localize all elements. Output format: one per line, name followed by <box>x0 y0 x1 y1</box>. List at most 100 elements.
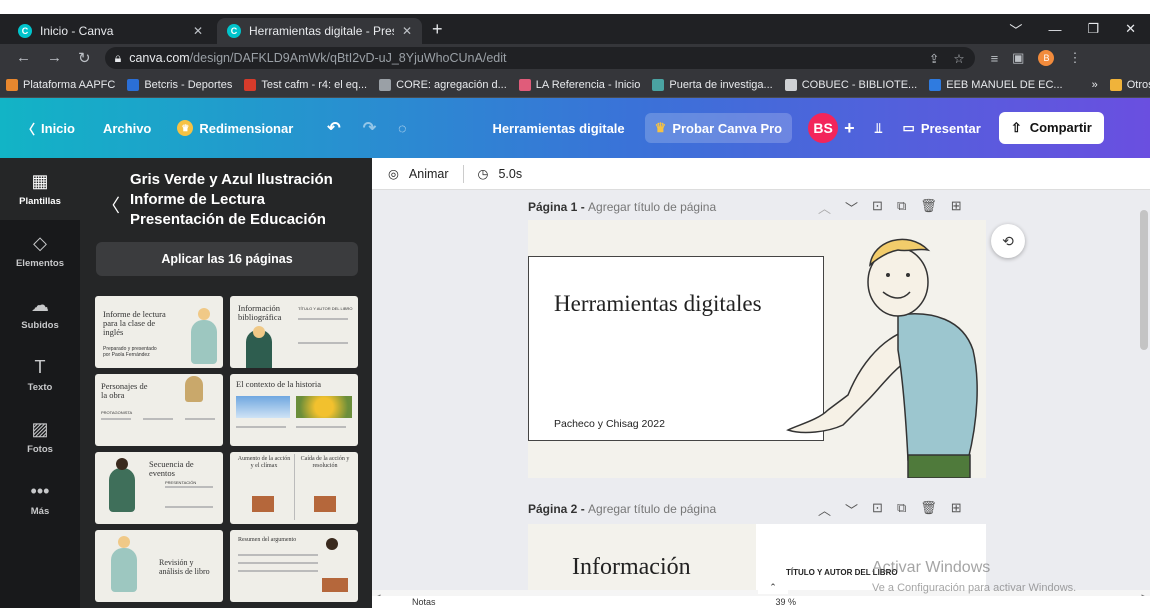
template-thumbnail[interactable]: Secuencia de eventos PRESENTACIÓN <box>95 452 223 524</box>
notes-button[interactable]: Notas <box>412 597 436 607</box>
move-up-icon[interactable]: ︿ <box>818 500 831 519</box>
restore-button[interactable]: ❐ <box>1087 21 1099 37</box>
rail-label: Texto <box>27 382 53 393</box>
bookmark-item[interactable]: LA Referencia - Inicio <box>518 78 640 91</box>
rail-item-mas[interactable]: ••• Más <box>0 468 80 530</box>
profile-avatar[interactable]: B <box>1038 50 1055 66</box>
resize-button[interactable]: ♛ Redimensionar <box>177 120 293 136</box>
tab-search-icon[interactable]: ﹀ <box>1009 20 1022 39</box>
thumb-title: Información bibliográfica <box>238 303 282 322</box>
template-title: Gris Verde y Azul Ilustración Informe de… <box>130 171 333 228</box>
slide-1[interactable]: Herramientas digitales Pacheco y Chisag … <box>528 220 986 478</box>
extension-area: ≡ ▣ B ⋮ <box>991 50 1081 66</box>
reload-icon[interactable]: ↻ <box>78 49 91 67</box>
present-button[interactable]: ▭ Presentar <box>903 120 981 136</box>
figure-head <box>198 308 210 320</box>
back-arrow-icon[interactable]: ← <box>16 49 31 67</box>
bookmark-item[interactable]: COBUEC - BIBLIOTE... <box>784 78 917 91</box>
elements-icon: ◇ <box>33 233 47 253</box>
reading-list-icon[interactable]: ≡ <box>991 51 999 66</box>
lock-icon[interactable]: ⊡ <box>872 500 883 519</box>
thumb-sub: Caída de la acción y resolución <box>300 456 350 469</box>
move-up-icon[interactable]: ︿ <box>818 198 831 217</box>
figure-illustration <box>111 548 137 592</box>
add-collaborator-icon[interactable]: + <box>844 118 855 139</box>
add-page-icon[interactable]: ⊞ <box>951 500 962 519</box>
browser-tab-herramientas[interactable]: C Herramientas digitale - Presentac ✕ <box>217 18 422 44</box>
share-button[interactable]: ⇧ Compartir <box>998 112 1104 144</box>
home-link[interactable]: 〈 Inicio <box>22 119 75 138</box>
bookmark-item[interactable]: Otros marcadores <box>1109 78 1150 91</box>
rail-item-elementos[interactable]: ◇ Elementos <box>0 220 80 282</box>
close-icon[interactable]: ✕ <box>402 24 412 38</box>
try-pro-button[interactable]: ♛ Probar Canva Pro <box>644 113 793 143</box>
zoom-level[interactable]: 39 % <box>776 597 797 607</box>
move-down-icon[interactable]: ﹀ <box>845 500 858 519</box>
figure-head <box>118 536 130 548</box>
duration-button[interactable]: 5.0s <box>498 167 522 181</box>
slide-2-title[interactable]: Información <box>572 554 691 581</box>
bookmark-favicon-icon <box>1109 78 1122 91</box>
bookmark-item[interactable]: Plataforma AAPFC <box>6 78 115 91</box>
move-down-icon[interactable]: ﹀ <box>845 198 858 217</box>
animate-button[interactable]: Animar <box>409 167 449 181</box>
bookmark-item[interactable]: Betcris - Deportes <box>127 78 232 91</box>
url-input[interactable]: 🔒︎ canva.com/design/DAFKLD9AmWk/qBtI2vD-… <box>104 47 975 69</box>
template-thumbnail[interactable]: Aumento de la acción y el clímax Caída d… <box>230 452 358 524</box>
rail-item-plantillas[interactable]: ▦ Plantillas <box>0 158 80 220</box>
text-line <box>185 418 215 420</box>
redo-icon[interactable]: ↷ <box>363 118 376 138</box>
lock-icon[interactable]: ⊡ <box>872 198 883 217</box>
template-thumbnail[interactable]: Personajes de la obra PROTAGONISTA <box>95 374 223 446</box>
panel-back-icon[interactable]: 〈 <box>102 192 120 218</box>
new-tab-button[interactable]: + <box>432 19 443 40</box>
browser-menu-icon[interactable]: ⋮ <box>1068 50 1081 66</box>
rail-item-fotos[interactable]: ▨ Fotos <box>0 406 80 468</box>
vertical-scrollbar[interactable] <box>1140 210 1148 350</box>
bookmark-label: Otros marcadores <box>1126 78 1150 91</box>
text-line <box>238 554 318 556</box>
document-title[interactable]: Herramientas digitale <box>492 121 624 136</box>
expand-pages-button[interactable]: ⌃ <box>758 580 788 594</box>
page-title-input[interactable]: Agregar título de página <box>588 502 716 516</box>
timer-icon[interactable]: ◷ <box>478 166 489 181</box>
bookmark-item[interactable]: Test cafm - r4: el eq... <box>244 78 367 91</box>
browser-tab-bar: C Inicio - Canva ✕ C Herramientas digita… <box>0 14 1150 44</box>
duplicate-icon[interactable]: ⧉ <box>897 500 906 519</box>
minimize-button[interactable]: — <box>1048 22 1061 37</box>
bookmark-favicon-icon <box>929 78 942 91</box>
share-page-icon[interactable]: ⇪ <box>929 51 939 66</box>
browser-tab-inicio[interactable]: C Inicio - Canva ✕ <box>8 18 213 44</box>
slide-1-subtitle[interactable]: Pacheco y Chisag 2022 <box>554 418 665 430</box>
bookmark-item[interactable]: » <box>1075 79 1098 91</box>
bookmark-item[interactable]: CORE: agregación d... <box>379 78 507 91</box>
delete-icon[interactable]: 🗑︎ <box>920 198 937 217</box>
template-thumbnail[interactable]: Revisión y análisis de libro <box>95 530 223 602</box>
add-page-icon[interactable]: ⊞ <box>951 198 962 217</box>
apply-all-pages-button[interactable]: Aplicar las 16 páginas <box>96 242 358 276</box>
bookmark-star-icon[interactable]: ☆ <box>953 51 964 66</box>
template-thumbnail[interactable]: Informe de lectura para la clase de ingl… <box>95 296 223 368</box>
side-panel-icon[interactable]: ▣ <box>1012 50 1024 66</box>
page-title-input[interactable]: Agregar título de página <box>588 200 716 214</box>
forward-arrow-icon[interactable]: → <box>47 49 62 67</box>
user-avatar[interactable]: BS <box>808 113 839 143</box>
bookmark-item[interactable]: Puerta de investiga... <box>652 78 773 91</box>
undo-icon[interactable]: ↶ <box>327 118 340 138</box>
close-icon[interactable]: ✕ <box>193 24 203 38</box>
rail-item-texto[interactable]: T Texto <box>0 344 80 406</box>
template-thumbnail[interactable]: Información bibliográfica TÍTULO Y AUTOR… <box>230 296 358 368</box>
file-menu[interactable]: Archivo <box>103 121 151 136</box>
magic-suggestion-icon[interactable]: ⟲ <box>991 224 1025 258</box>
rail-item-subidos[interactable]: ☁ Subidos <box>0 282 80 344</box>
template-thumbnail[interactable]: El contexto de la historia <box>230 374 358 446</box>
template-thumbnail[interactable]: Resumen del argumento <box>230 530 358 602</box>
animate-icon[interactable]: ◎ <box>388 166 399 181</box>
window-close-button[interactable]: ✕ <box>1125 21 1136 37</box>
bookmark-item[interactable]: EEB MANUEL DE EC... <box>929 78 1063 91</box>
pro-label: Probar Canva Pro <box>672 120 783 136</box>
duplicate-icon[interactable]: ⧉ <box>897 198 906 217</box>
thumb-sub: Preparado y presentado por Paola Fernánd… <box>103 346 157 358</box>
insights-icon[interactable]: ⫫ <box>875 120 883 137</box>
delete-icon[interactable]: 🗑︎ <box>920 500 937 519</box>
